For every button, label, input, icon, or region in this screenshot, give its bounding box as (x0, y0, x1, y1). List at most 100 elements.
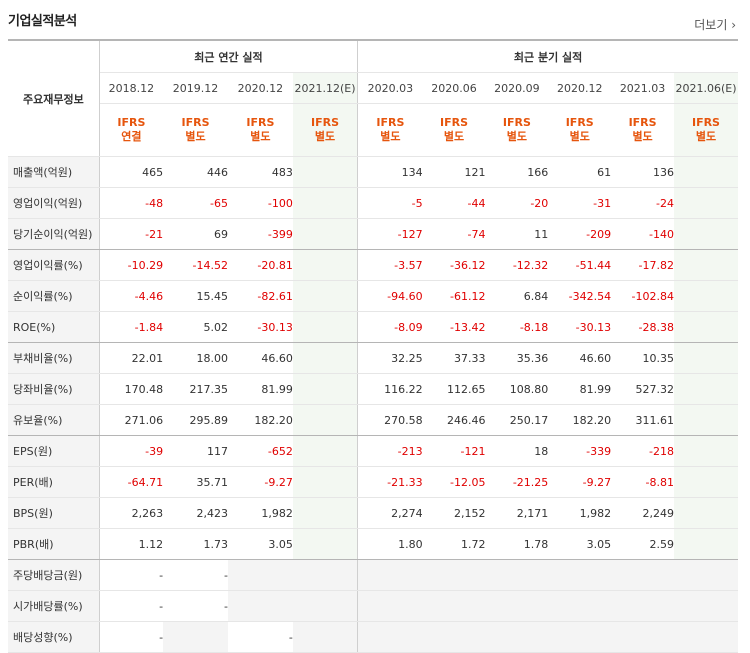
row-label: ROE(%) (8, 311, 100, 343)
table-cell: -30.13 (548, 311, 612, 343)
standard-line: IFRS (376, 116, 405, 129)
table-cell: 15.45 (163, 280, 228, 312)
period-header: 2020.12 (548, 72, 612, 104)
table-cell (292, 218, 358, 250)
quarter-group-header: 최근 분기 실적 (357, 39, 738, 73)
table-cell: -13.42 (422, 311, 486, 343)
standard-line: 연결 (121, 130, 142, 143)
standard-header: IFRS 별도 (292, 103, 358, 157)
table-cell (357, 559, 423, 591)
table-cell (292, 373, 358, 405)
corner-label: 주요재무정보 (8, 39, 100, 157)
table-cell: 32.25 (357, 342, 423, 374)
table-cell (548, 559, 612, 591)
table-cell: -121 (422, 435, 486, 467)
table-cell: -12.32 (485, 249, 549, 281)
table-cell: 1.73 (163, 528, 228, 560)
period-header: 2020.12 (227, 72, 293, 104)
table-cell: -9.27 (548, 466, 612, 498)
table-cell (673, 156, 738, 188)
standard-line: 별도 (314, 130, 336, 143)
standard-header: IFRS 별도 (673, 103, 738, 157)
table-cell: -21 (99, 218, 164, 250)
table-cell: -8.09 (357, 311, 423, 343)
row-label: 매출액(억원) (8, 156, 100, 188)
table-row: 주당배당금(원) - - (8, 559, 738, 591)
period-header: 2020.03 (357, 72, 423, 104)
table-cell: -21.25 (485, 466, 549, 498)
table-cell (422, 559, 486, 591)
table-cell: -100 (227, 187, 293, 219)
table-cell: -9.27 (227, 466, 293, 498)
table-cell: - (99, 621, 164, 653)
table-cell: -17.82 (611, 249, 674, 281)
table-row: 매출액(억원) 465 446 483 134 121 166 61 136 (8, 156, 738, 188)
table-cell: -74 (422, 218, 486, 250)
table-cell: -48 (99, 187, 164, 219)
table-cell: -5 (357, 187, 423, 219)
table-cell: 11 (485, 218, 549, 250)
table-cell (357, 590, 423, 622)
table-row: 부채비율(%) 22.01 18.00 46.60 32.25 37.33 35.36 46.… (8, 342, 738, 374)
table-cell (673, 621, 738, 653)
standard-line: IFRS (502, 116, 531, 129)
table-cell: 61 (548, 156, 612, 188)
table-cell: -3.57 (357, 249, 423, 281)
period-header: 2021.06(E) (673, 72, 738, 104)
period-header: 2019.12 (163, 72, 228, 104)
table-cell (673, 187, 738, 219)
table-cell: -31 (548, 187, 612, 219)
period-header: 2021.12(E) (292, 72, 358, 104)
table-cell: 18 (485, 435, 549, 467)
table-cell: 217.35 (163, 373, 228, 405)
standard-header: IFRS 별도 (485, 103, 549, 157)
table-cell: - (99, 590, 164, 622)
standard-line: 별도 (380, 130, 401, 143)
table-row: EPS(원) -39 117 -652 -213 -121 18 -339 -218 (8, 435, 738, 467)
table-cell: -28.38 (611, 311, 674, 343)
table-cell: 5.02 (163, 311, 228, 343)
standard-header: IFRS 별도 (227, 103, 293, 157)
row-label: EPS(원) (8, 435, 100, 467)
standard-header: IFRS 별도 (357, 103, 423, 157)
table-cell (611, 621, 674, 653)
table-row: 시가배당률(%) - - (8, 590, 738, 622)
annual-group-header: 최근 연간 실적 (99, 39, 358, 73)
standard-line: IFRS (181, 116, 210, 129)
table-cell: 182.20 (548, 404, 612, 436)
table-cell: - (163, 590, 228, 622)
table-cell (673, 218, 738, 250)
table-cell: 121 (422, 156, 486, 188)
table-row: BPS(원) 2,263 2,423 1,982 2,274 2,152 2,171 1,98… (8, 497, 738, 529)
company-performance-panel: 기업실적분석 더보기 › 주요재무정보 최근 연간 실적 최근 분기 실적 20… (0, 0, 750, 653)
table-cell: -82.61 (227, 280, 293, 312)
table-row: 배당성향(%) - - (8, 621, 738, 653)
table-cell: -12.05 (422, 466, 486, 498)
table-cell: -209 (548, 218, 612, 250)
more-link[interactable]: 더보기 › (694, 16, 736, 33)
table-cell (292, 621, 358, 653)
table-cell: 170.48 (99, 373, 164, 405)
row-label: 당기순이익(억원) (8, 218, 100, 250)
table-cell: -140 (611, 218, 674, 250)
table-cell (292, 466, 358, 498)
table-row: PER(배) -64.71 35.71 -9.27 -21.33 -12.05 -21.25… (8, 466, 738, 498)
standard-line: IFRS (691, 116, 720, 129)
table-cell: 3.05 (227, 528, 293, 560)
period-header: 2021.03 (611, 72, 674, 104)
table-cell (292, 249, 358, 281)
table-cell: 246.46 (422, 404, 486, 436)
table-cell: 22.01 (99, 342, 164, 374)
table-cell: -20 (485, 187, 549, 219)
table-cell: 1.80 (357, 528, 423, 560)
row-label: 유보율(%) (8, 404, 100, 436)
table-cell (673, 590, 738, 622)
table-cell: - (227, 621, 293, 653)
table-row: 영업이익(억원) -48 -65 -100 -5 -44 -20 -31 -24 (8, 187, 738, 219)
table-cell: -8.81 (611, 466, 674, 498)
period-header: 2020.09 (485, 72, 549, 104)
table-cell: 2.59 (611, 528, 674, 560)
table-cell (422, 590, 486, 622)
table-cell: 2,274 (357, 497, 423, 529)
table-cell: -61.12 (422, 280, 486, 312)
